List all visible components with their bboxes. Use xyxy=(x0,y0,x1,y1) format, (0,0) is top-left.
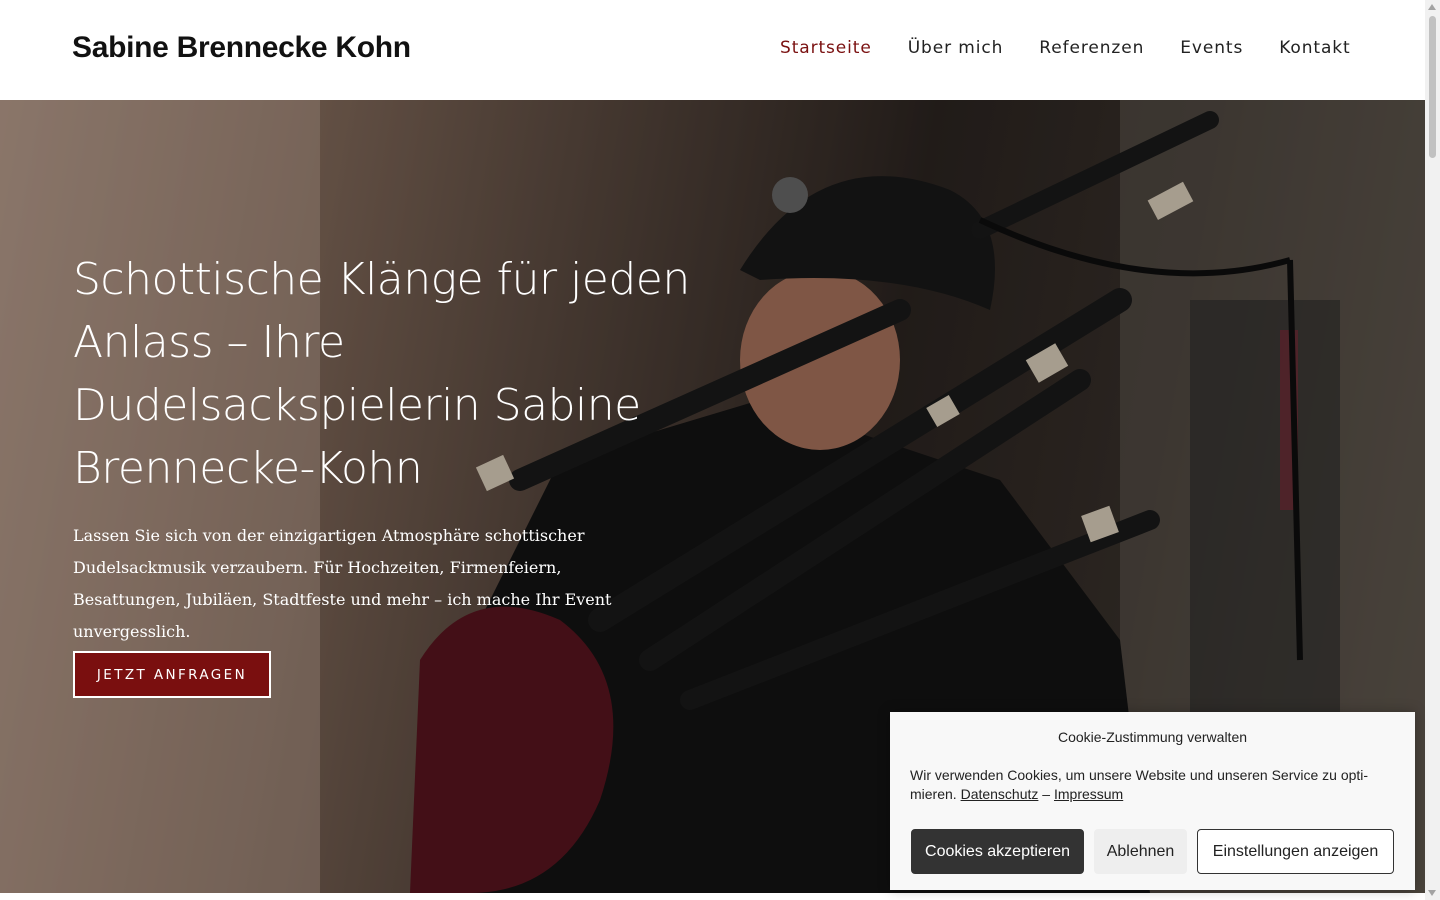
deny-cookies-button[interactable]: Ablehnen xyxy=(1094,829,1187,874)
privacy-link[interactable]: Datenschutz xyxy=(961,786,1039,802)
nav-item-ueber-mich[interactable]: Über mich xyxy=(908,38,1004,58)
site-title[interactable]: Sabine Brennecke Kohn xyxy=(72,31,411,65)
imprint-link[interactable]: Impressum xyxy=(1054,786,1123,802)
nav-item-events[interactable]: Events xyxy=(1180,38,1243,58)
scroll-down-icon[interactable] xyxy=(1428,890,1436,896)
scrollbar[interactable] xyxy=(1425,0,1440,900)
page-bottom-edge xyxy=(0,893,1425,900)
hero-title: Schottische Klänge für jeden Anlass – Ih… xyxy=(73,254,690,494)
scroll-up-icon[interactable] xyxy=(1428,4,1436,10)
cookie-settings-button[interactable]: Einstellungen anzeigen xyxy=(1197,829,1394,874)
cookie-link-separator: – xyxy=(1038,786,1054,802)
nav-item-startseite[interactable]: Startseite xyxy=(780,38,872,58)
nav-item-kontakt[interactable]: Kontakt xyxy=(1279,38,1350,58)
cookie-banner: Cookie-Zustimmung verwalten Wir verwende… xyxy=(890,712,1415,890)
cookie-title: Cookie-Zustimmung verwalten xyxy=(1057,729,1248,745)
cookie-text: Wir verwenden Cookies, um unsere Website… xyxy=(910,766,1400,804)
scroll-thumb[interactable] xyxy=(1429,16,1436,158)
main-nav: Startseite Über mich Referenzen Events K… xyxy=(780,38,1351,58)
nav-item-referenzen[interactable]: Referenzen xyxy=(1039,38,1144,58)
request-button[interactable]: JETZT ANFRAGEN xyxy=(73,651,271,698)
accept-cookies-button[interactable]: Cookies akzeptieren xyxy=(911,829,1084,874)
site-header: Sabine Brennecke Kohn Startseite Über mi… xyxy=(0,0,1425,100)
hero-description: Lassen Sie sich von der einzigartigen At… xyxy=(73,526,612,641)
